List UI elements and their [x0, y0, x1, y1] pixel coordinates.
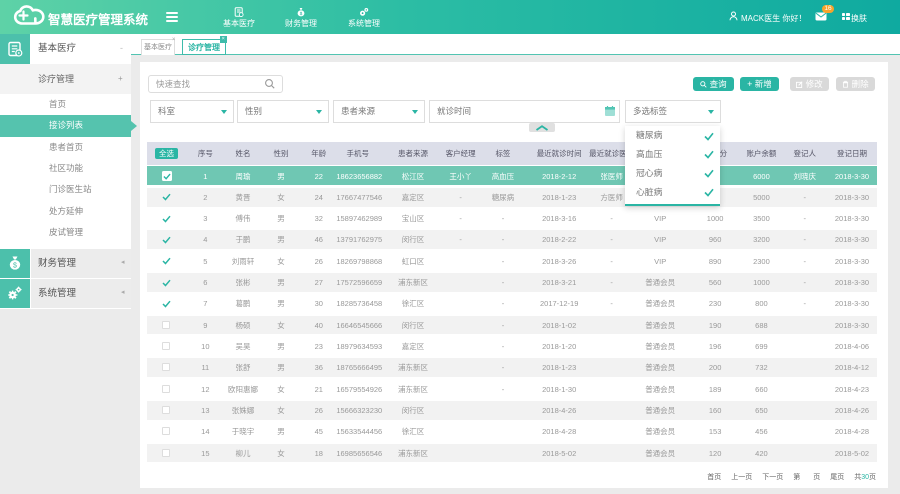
svg-text:$: $ — [13, 262, 17, 269]
